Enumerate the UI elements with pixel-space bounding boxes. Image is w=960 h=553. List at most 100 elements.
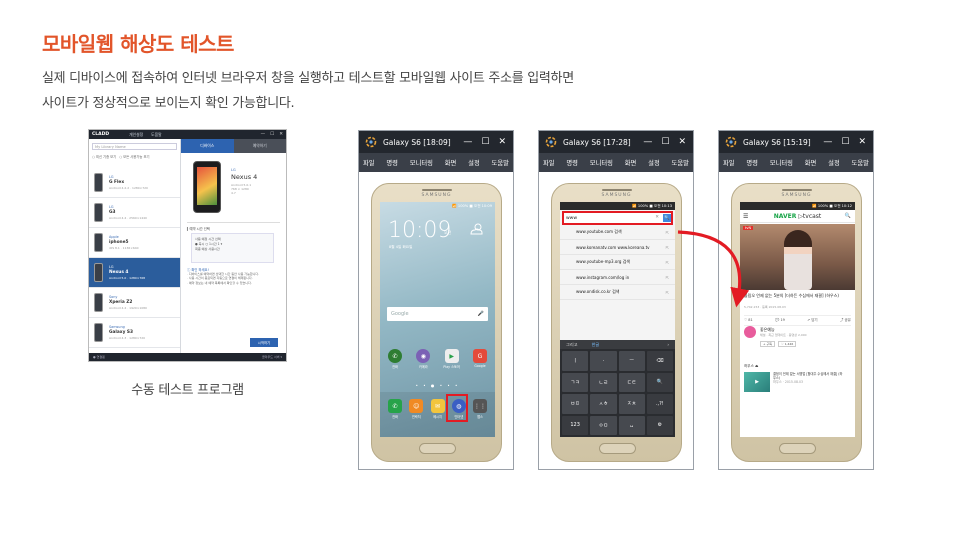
keyboard-key-symbols[interactable]: 123 — [562, 415, 589, 435]
search-key-icon[interactable]: 🔍 — [646, 372, 673, 392]
like-button[interactable]: ♡ 81 — [744, 318, 753, 323]
menu-help[interactable]: 도움말 — [852, 158, 869, 167]
dock-app-messages[interactable]: ✉ 메시지 — [428, 399, 448, 419]
minimize-icon[interactable]: — — [823, 137, 832, 147]
comment-button[interactable]: 💬 19 — [775, 318, 785, 323]
menu-command[interactable]: 명령 — [566, 158, 578, 167]
device-list-item-selected[interactable]: LG Nexus 4 Android 5.0 · 1280×768 — [89, 258, 180, 288]
maximize-icon[interactable]: ☐ — [661, 137, 669, 147]
close-icon[interactable]: ✕ — [858, 137, 866, 147]
keyboard-key[interactable]: ㄷㅌ — [618, 372, 645, 392]
device-list-item[interactable]: Sony Xperia Z2 Android 4.4 · 1920×1080 — [89, 288, 180, 318]
close-icon[interactable]: ✕ — [678, 137, 686, 147]
mic-icon[interactable]: 🎤 — [478, 311, 484, 317]
program-menu-help[interactable]: 도움말 — [151, 132, 161, 138]
keyboard-key[interactable]: ㅡ — [618, 351, 645, 371]
device-list-item[interactable]: LG G3 Android 4.4 · 2560×1440 — [89, 198, 180, 228]
menu-monitoring[interactable]: 모니터링 — [410, 158, 433, 167]
gear-icon[interactable]: ⚙ — [646, 415, 673, 435]
keyboard-key[interactable]: ㅂㅍ — [562, 394, 589, 414]
home-key[interactable] — [599, 443, 636, 454]
close-icon[interactable]: ✕ — [498, 137, 506, 147]
app-play-store[interactable]: ▶ Play 스토어 — [442, 349, 462, 369]
keyboard-key[interactable]: · — [590, 351, 617, 371]
save-button[interactable]: ↗ 담기 — [807, 318, 818, 323]
naver-logo[interactable]: NAVER — [774, 213, 797, 220]
space-key[interactable]: ␣ — [618, 415, 645, 435]
phone-screen-home[interactable]: 📶 100% ■ 오전 10:09 10:09 오전 8월 4일 화요일 Goo… — [380, 202, 495, 437]
program-menu-settings[interactable]: 개인설정 — [129, 132, 143, 138]
minimize-icon[interactable]: — — [463, 137, 472, 147]
keyboard-key-punct[interactable]: .,?! — [646, 394, 673, 414]
emulator-body: SAMSUNG 📶 100% ■ 오전 10:09 10:09 오전 8월 4일… — [359, 172, 513, 469]
maximize-icon[interactable]: ☐ — [481, 137, 489, 147]
keyboard-keys: ㅣ · ㅡ ⌫ ㄱㅋ ㄴㄹ ㄷㅌ 🔍 ㅂㅍ ㅅㅎ ㅈㅊ .,?! 123 ㅇㅁ — [562, 351, 673, 435]
dock-app-phone[interactable]: ✆ 전화 — [385, 399, 405, 419]
keyboard-key[interactable]: ㅅㅎ — [590, 394, 617, 414]
menu-command[interactable]: 명령 — [386, 158, 398, 167]
menu-screen[interactable]: 화면 — [625, 158, 637, 167]
menu-monitoring[interactable]: 모니터링 — [770, 158, 793, 167]
maximize-icon[interactable]: ☐ — [270, 132, 274, 137]
device-search-input[interactable]: My Library Name — [92, 143, 177, 150]
minimize-icon[interactable]: — — [643, 137, 652, 147]
filter-latest[interactable]: ○ 최신 기종 보기 — [92, 154, 116, 159]
channel-sub: 채널 · 최근 업데이트 · 동영상 2,000 — [760, 333, 807, 337]
app-google[interactable]: G Google — [470, 349, 490, 369]
menu-screen[interactable]: 화면 — [805, 158, 817, 167]
menu-file[interactable]: 파일 — [543, 158, 555, 167]
share-button[interactable]: ⤴ 공유 — [840, 318, 851, 323]
keyboard-key[interactable]: ㄴㄹ — [590, 372, 617, 392]
phone-brand: SAMSUNG — [601, 193, 632, 198]
keyboard-language[interactable]: 한글 — [592, 342, 600, 348]
program-window-controls: — ☐ ✕ — [261, 132, 283, 137]
tvcast-logo[interactable]: ▷tvcast — [798, 213, 821, 220]
keyboard-key[interactable]: ㄱㅋ — [562, 372, 589, 392]
avatar[interactable] — [744, 326, 756, 338]
playlist-heading: 하우스 ⏏ — [744, 364, 759, 368]
keyboard-key[interactable]: ㅇㅁ — [590, 415, 617, 435]
playlist-item[interactable]: ▶ 결정이 언제 없는 서명업 [합대주 수심에서 재결] (하우스) 하우스 … — [744, 372, 851, 396]
filter-all[interactable]: ○ 모든 사용가능 보기 — [119, 154, 149, 159]
menu-file[interactable]: 파일 — [723, 158, 735, 167]
home-key[interactable] — [419, 443, 456, 454]
app-label: Google — [474, 364, 486, 368]
device-list-item[interactable]: LG G Flex Android 4.2.2 · 1280×720 — [89, 168, 180, 198]
device-preview-image — [193, 161, 221, 213]
close-icon[interactable]: ✕ — [279, 132, 283, 137]
device-list-item[interactable]: Apple iphone5 iOS 8.1 · 1136×640 — [89, 228, 180, 258]
home-key[interactable] — [779, 443, 816, 454]
menu-help[interactable]: 도움말 — [672, 158, 689, 167]
backspace-icon[interactable]: ⌫ — [646, 351, 673, 371]
maximize-icon[interactable]: ☐ — [841, 137, 849, 147]
favorite-button[interactable]: ♡ 1,446 — [778, 341, 797, 347]
google-app-icon: G — [472, 349, 487, 363]
menu-screen[interactable]: 화면 — [445, 158, 457, 167]
menu-command[interactable]: 명령 — [746, 158, 758, 167]
search-icon[interactable]: 🔍 — [845, 213, 851, 219]
dock-app-contacts[interactable]: ☺ 연락처 — [406, 399, 426, 419]
subscribe-button[interactable]: + 구독 — [760, 341, 775, 347]
hamburger-menu-icon[interactable]: ☰ — [743, 213, 748, 220]
chevron-right-icon[interactable]: › — [667, 342, 669, 347]
keyboard-key[interactable]: ㅈㅊ — [618, 394, 645, 414]
tab-reserve[interactable]: 예약하기 — [233, 139, 286, 153]
app-camera[interactable]: ◉ 카메라 — [413, 349, 433, 369]
dock-app-apps[interactable]: ⋮⋮ 앱스 — [470, 399, 490, 419]
app-phone[interactable]: ✆ 전화 — [385, 349, 405, 369]
menu-settings[interactable]: 설정 — [468, 158, 480, 167]
tab-device[interactable]: 디바이스 — [181, 139, 234, 153]
start-button[interactable]: 시작하기 — [250, 338, 278, 347]
device-list-item[interactable]: Samsung Galaxy S3 Android 4.3 · 1280×720 — [89, 318, 180, 348]
menu-help[interactable]: 도움말 — [492, 158, 509, 167]
menu-settings[interactable]: 설정 — [828, 158, 840, 167]
minimize-icon[interactable]: — — [261, 132, 266, 137]
menu-file[interactable]: 파일 — [363, 158, 375, 167]
menu-settings[interactable]: 설정 — [648, 158, 660, 167]
keyboard-word-suggestion[interactable]: 그리고 — [566, 342, 578, 348]
keyboard-key[interactable]: ㅣ — [562, 351, 589, 371]
status-server[interactable]: 클라우드 서버 ▾ — [262, 355, 282, 359]
google-search-bar[interactable]: Google 🎤 — [387, 307, 488, 321]
device-spec: Android 4.4 · 2560×1440 — [109, 216, 147, 220]
menu-monitoring[interactable]: 모니터링 — [590, 158, 613, 167]
